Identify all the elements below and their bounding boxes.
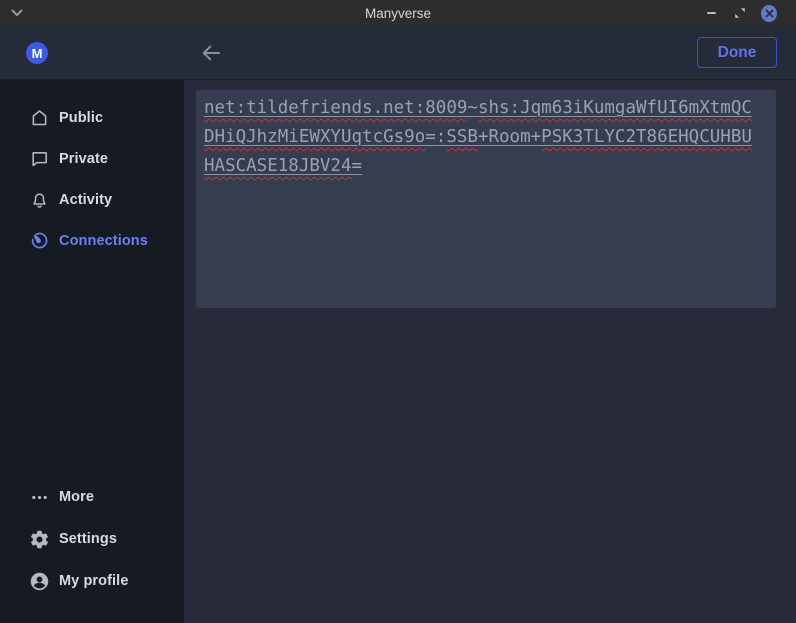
misspelled-text-segment: DHiQJhzMiEWXYUqtcGs9o: [204, 127, 425, 147]
sidebar-item-label: My profile: [59, 573, 128, 589]
sidebar-footer-nav: More Settings My profile: [0, 476, 184, 602]
text-segment: =:: [425, 127, 446, 147]
connection-address-textarea[interactable]: net:tildefriends.net:8009~shs:Jqm63iKumg…: [196, 90, 776, 308]
window-menu-button[interactable]: [9, 5, 25, 21]
done-button[interactable]: Done: [697, 37, 777, 68]
arrow-left-icon: [199, 41, 223, 65]
gear-icon: [27, 527, 51, 551]
connections-dial-icon: [27, 229, 51, 253]
bell-icon: [27, 188, 51, 212]
window-titlebar: Manyverse: [0, 0, 796, 26]
text-segment: ~: [467, 98, 478, 118]
sidebar-item-activity[interactable]: Activity: [0, 179, 184, 220]
sidebar-item-private[interactable]: Private: [0, 138, 184, 179]
editor-line: net:tildefriends.net:8009~shs:Jqm63iKumg…: [204, 94, 768, 123]
misspelled-text-segment: PSK3TLYC2T86EHQCUHBU: [541, 127, 752, 147]
ellipsis-icon: [27, 485, 51, 509]
sidebar-item-settings[interactable]: Settings: [0, 518, 184, 560]
home-icon: [27, 106, 51, 130]
chat-bubble-icon: [27, 147, 51, 171]
misspelled-text-segment: SSB: [446, 127, 478, 147]
editor-line: HASCASE18JBV24=: [204, 152, 768, 181]
manyverse-logo: M: [26, 42, 48, 64]
sidebar: Public Private Activity Connections More…: [0, 80, 184, 623]
text-segment: +Room+: [478, 127, 541, 147]
logo-letter: M: [32, 46, 43, 61]
misspelled-text-segment: net:tildefriends.net:8009: [204, 98, 467, 118]
misspelled-text-segment: shs:Jqm63iKumgaWfUI6mXtmQC: [478, 98, 752, 118]
content-area: net:tildefriends.net:8009~shs:Jqm63iKumg…: [184, 80, 796, 623]
chevron-down-icon: [11, 9, 23, 17]
sidebar-item-label: Public: [59, 110, 103, 126]
app-header: M Done: [0, 26, 796, 80]
sidebar-item-connections[interactable]: Connections: [0, 220, 184, 261]
sidebar-item-label: Private: [59, 151, 108, 167]
sidebar-item-label: Activity: [59, 192, 112, 208]
text-segment: =: [352, 156, 363, 176]
sidebar-item-label: Settings: [59, 531, 117, 547]
restore-window-button[interactable]: [732, 5, 748, 21]
sidebar-item-more[interactable]: More: [0, 476, 184, 518]
sidebar-nav: Public Private Activity Connections: [0, 80, 184, 261]
minimize-button[interactable]: [703, 5, 719, 21]
window-title: Manyverse: [0, 6, 796, 21]
sidebar-item-label: Connections: [59, 233, 148, 249]
misspelled-text-segment: HASCASE18JBV24: [204, 156, 352, 176]
editor-line: DHiQJhzMiEWXYUqtcGs9o=:SSB+Room+PSK3TLYC…: [204, 123, 768, 152]
back-button[interactable]: [198, 40, 224, 66]
sidebar-item-public[interactable]: Public: [0, 97, 184, 138]
sidebar-item-label: More: [59, 489, 94, 505]
restore-window-icon: [734, 7, 746, 19]
close-button[interactable]: [761, 5, 777, 21]
profile-icon: [27, 569, 51, 593]
sidebar-item-my-profile[interactable]: My profile: [0, 560, 184, 602]
close-icon: [761, 5, 777, 22]
minimize-icon: [707, 12, 716, 14]
